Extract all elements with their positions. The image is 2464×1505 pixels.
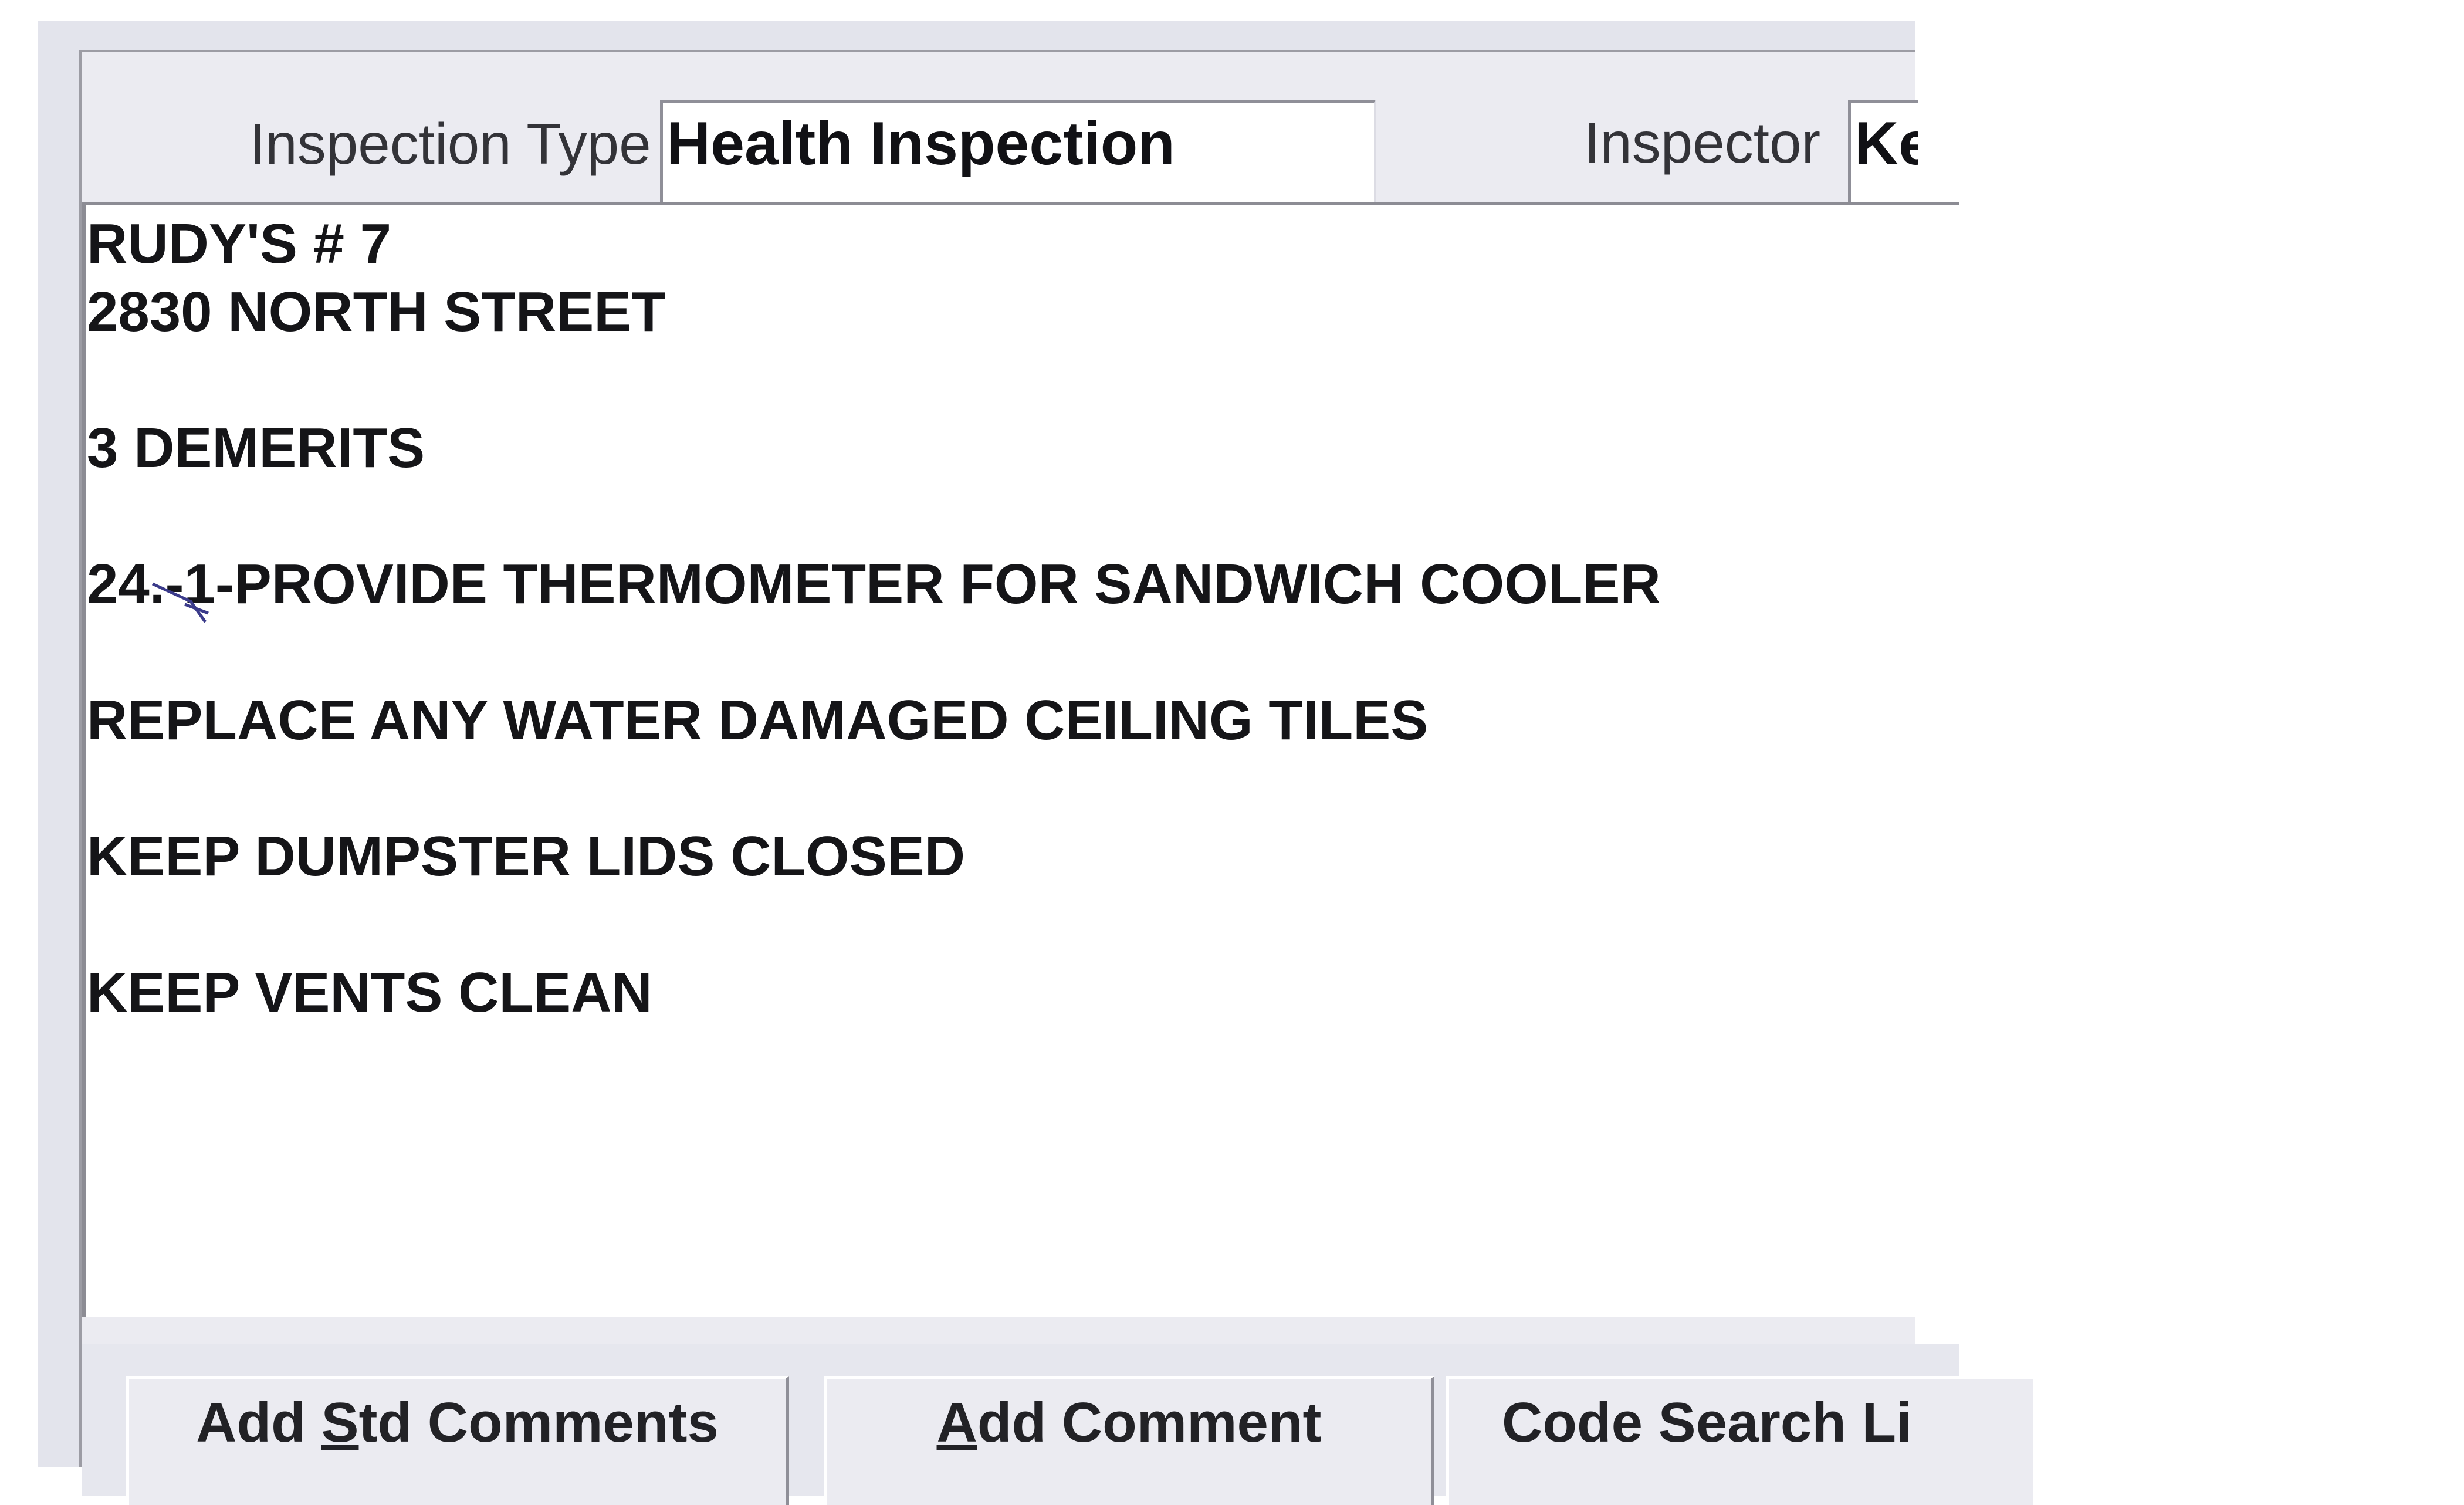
button-label-part: Add bbox=[196, 1391, 321, 1454]
button-bar: Add Std Comments Add Comment Code Search… bbox=[82, 1344, 2033, 1505]
comment-line bbox=[87, 891, 1959, 959]
comment-line: 3 DEMERITS bbox=[87, 417, 425, 479]
comments-textarea[interactable]: RUDY'S # 7 2830 NORTH STREET 3 DEMERITS … bbox=[82, 202, 1959, 1317]
comment-line: 2830 NORTH STREET bbox=[87, 280, 666, 343]
inspector-field[interactable]: Ke bbox=[1848, 100, 1918, 208]
comment-line: 24.-1-PROVIDE THERMOMETER FOR SANDWICH C… bbox=[87, 553, 1661, 615]
comment-line: KEEP VENTS CLEAN bbox=[87, 961, 652, 1024]
inspector-label: Inspector bbox=[1584, 110, 1821, 175]
inspection-type-field[interactable]: Health Inspection bbox=[660, 100, 1376, 208]
button-label-part: Code Search Li bbox=[1502, 1391, 1912, 1454]
comment-line bbox=[87, 755, 1959, 823]
inspection-type-value: Health Inspection bbox=[666, 110, 1175, 178]
button-mnemonic: S bbox=[321, 1391, 359, 1454]
add-std-comments-button[interactable]: Add Std Comments bbox=[126, 1376, 789, 1505]
comment-line bbox=[87, 346, 1959, 414]
comment-line: REPLACE ANY WATER DAMAGED CEILING TILES bbox=[87, 689, 1429, 752]
button-mnemonic: A bbox=[936, 1391, 977, 1454]
add-comment-button[interactable]: Add Comment bbox=[824, 1376, 1434, 1505]
code-search-button[interactable]: Code Search Li bbox=[1446, 1376, 2033, 1505]
inspector-value: Ke bbox=[1854, 110, 1918, 178]
comment-line bbox=[87, 618, 1959, 686]
comment-line: KEEP DUMPSTER LIDS CLOSED bbox=[87, 825, 966, 888]
button-label-part: td Comments bbox=[358, 1391, 719, 1454]
comment-line: RUDY'S # 7 bbox=[87, 212, 391, 275]
button-label-part: dd Comment bbox=[977, 1391, 1322, 1454]
comment-line bbox=[87, 482, 1959, 550]
inspection-type-label: Inspection Type bbox=[249, 111, 651, 176]
